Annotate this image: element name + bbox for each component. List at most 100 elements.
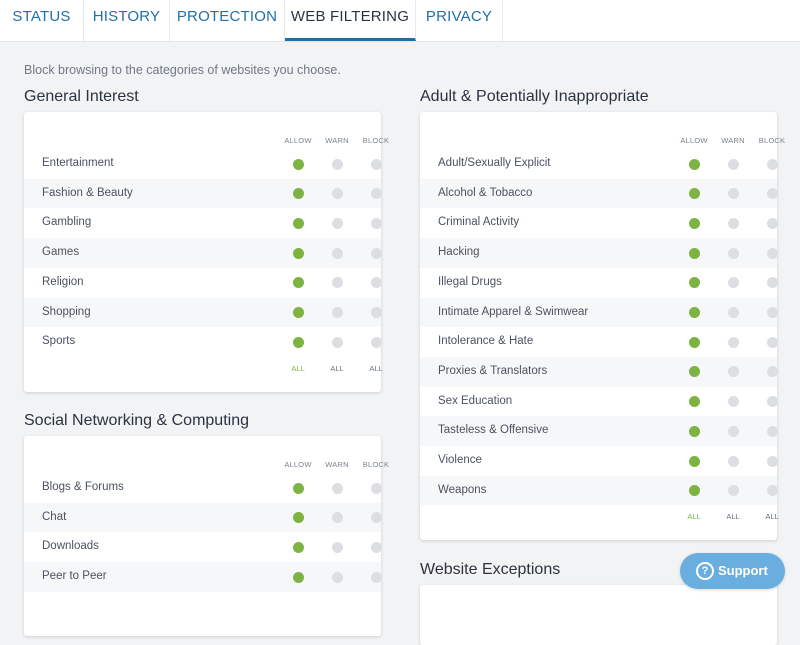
block-radio[interactable] [766, 158, 778, 170]
warn-radio[interactable] [727, 336, 739, 348]
category-row-chat: Chat [24, 502, 382, 533]
warn-radio[interactable] [727, 307, 739, 318]
tab-privacy[interactable]: PRIVACY [416, 0, 503, 41]
website-exceptions-card [420, 585, 777, 645]
warn-radio[interactable] [331, 247, 343, 259]
warn-radio[interactable] [331, 307, 343, 318]
warn-radio[interactable] [331, 277, 343, 289]
block-radio[interactable] [370, 188, 382, 200]
block-radio[interactable] [766, 336, 778, 348]
block-radio[interactable] [370, 336, 382, 348]
allow-radio[interactable] [292, 336, 304, 348]
block-radio[interactable] [370, 482, 382, 494]
block-radio[interactable] [370, 307, 382, 318]
allow-radio[interactable] [688, 485, 700, 497]
block-radio[interactable] [766, 217, 778, 229]
support-button[interactable]: ? Support [680, 553, 785, 589]
warn-all-link[interactable]: ALL [317, 364, 357, 373]
warn-radio[interactable] [727, 485, 739, 497]
warn-radio[interactable] [331, 512, 343, 524]
category-label: Intolerance & Hate [438, 335, 534, 348]
warn-radio[interactable] [331, 217, 343, 229]
category-label: Criminal Activity [438, 216, 520, 229]
warn-radio[interactable] [331, 158, 343, 170]
block-radio[interactable] [766, 247, 778, 259]
allow-radio[interactable] [688, 277, 700, 289]
allow-radio[interactable] [292, 482, 304, 494]
warn-column-header: WARN [325, 460, 349, 469]
allow-radio[interactable] [292, 188, 304, 200]
block-radio[interactable] [766, 188, 778, 200]
warn-radio[interactable] [331, 541, 343, 553]
allow-radio[interactable] [688, 396, 700, 408]
allow-radio[interactable] [688, 366, 700, 378]
warn-radio[interactable] [727, 188, 739, 200]
block-radio[interactable] [766, 277, 778, 289]
block-radio[interactable] [370, 217, 382, 229]
allow-radio[interactable] [292, 247, 304, 259]
warn-radio[interactable] [727, 158, 739, 170]
block-radio[interactable] [766, 485, 778, 497]
category-row-fashion-beauty: Fashion & Beauty [24, 178, 382, 209]
warn-radio[interactable] [331, 336, 343, 348]
tab-web-filtering[interactable]: WEB FILTERING [285, 0, 416, 41]
allow-radio[interactable] [688, 425, 700, 437]
warn-radio[interactable] [331, 571, 343, 583]
block-radio[interactable] [766, 455, 778, 467]
allow-radio[interactable] [688, 217, 700, 229]
block-radio[interactable] [766, 366, 778, 378]
allow-radio[interactable] [688, 247, 700, 259]
category-row-blogs-forums: Blogs & Forums [24, 473, 382, 503]
category-label: Downloads [42, 540, 99, 553]
warn-radio[interactable] [331, 188, 343, 200]
allow-column-header: ALLOW [284, 136, 312, 145]
category-row-games: Games [24, 238, 382, 268]
allow-radio[interactable] [292, 307, 304, 318]
question-circle-icon: ? [696, 562, 714, 580]
block-radio[interactable] [370, 247, 382, 259]
allow-radio[interactable] [688, 336, 700, 348]
support-label: Support [718, 563, 768, 578]
category-row-alcohol-tobacco: Alcohol & Tobacco [420, 178, 778, 209]
warn-radio[interactable] [727, 455, 739, 467]
allow-radio[interactable] [292, 512, 304, 524]
block-radio[interactable] [370, 541, 382, 553]
block-radio[interactable] [370, 571, 382, 583]
block-radio[interactable] [766, 425, 778, 437]
tab-status[interactable]: STATUS [0, 0, 84, 41]
adult-inappropriate-card: ALLOW WARN BLOCK Adult/Sexually Explicit Alc… [420, 112, 785, 540]
warn-radio[interactable] [727, 396, 739, 408]
category-label: Gambling [42, 216, 92, 229]
block-radio[interactable] [766, 307, 778, 318]
allow-radio[interactable] [688, 307, 700, 318]
warn-all-link[interactable]: ALL [713, 512, 753, 521]
allow-radio[interactable] [688, 455, 700, 467]
warn-radio[interactable] [331, 482, 343, 494]
warn-radio[interactable] [727, 247, 739, 259]
category-row-sports: Sports [24, 327, 382, 357]
warn-radio[interactable] [727, 366, 739, 378]
block-radio[interactable] [370, 158, 382, 170]
warn-radio[interactable] [727, 425, 739, 437]
allow-radio[interactable] [292, 571, 304, 583]
block-all-link[interactable]: ALL [356, 364, 396, 373]
allow-all-link[interactable]: ALL [674, 512, 714, 521]
category-label: Alcohol & Tobacco [438, 186, 533, 199]
block-radio[interactable] [766, 396, 778, 408]
warn-radio[interactable] [727, 217, 739, 229]
allow-radio[interactable] [292, 277, 304, 289]
allow-radio[interactable] [292, 541, 304, 553]
block-radio[interactable] [370, 277, 382, 289]
category-label: Tasteless & Offensive [438, 424, 549, 437]
block-all-link[interactable]: ALL [752, 512, 792, 521]
allow-radio[interactable] [688, 188, 700, 200]
allow-radio[interactable] [688, 158, 700, 170]
tab-history[interactable]: HISTORY [84, 0, 170, 41]
allow-radio[interactable] [292, 217, 304, 229]
block-radio[interactable] [370, 512, 382, 524]
category-row-sex-education: Sex Education [420, 387, 778, 417]
allow-all-link[interactable]: ALL [278, 364, 318, 373]
allow-radio[interactable] [292, 158, 304, 170]
warn-radio[interactable] [727, 277, 739, 289]
tab-protection[interactable]: PROTECTION [170, 0, 285, 41]
